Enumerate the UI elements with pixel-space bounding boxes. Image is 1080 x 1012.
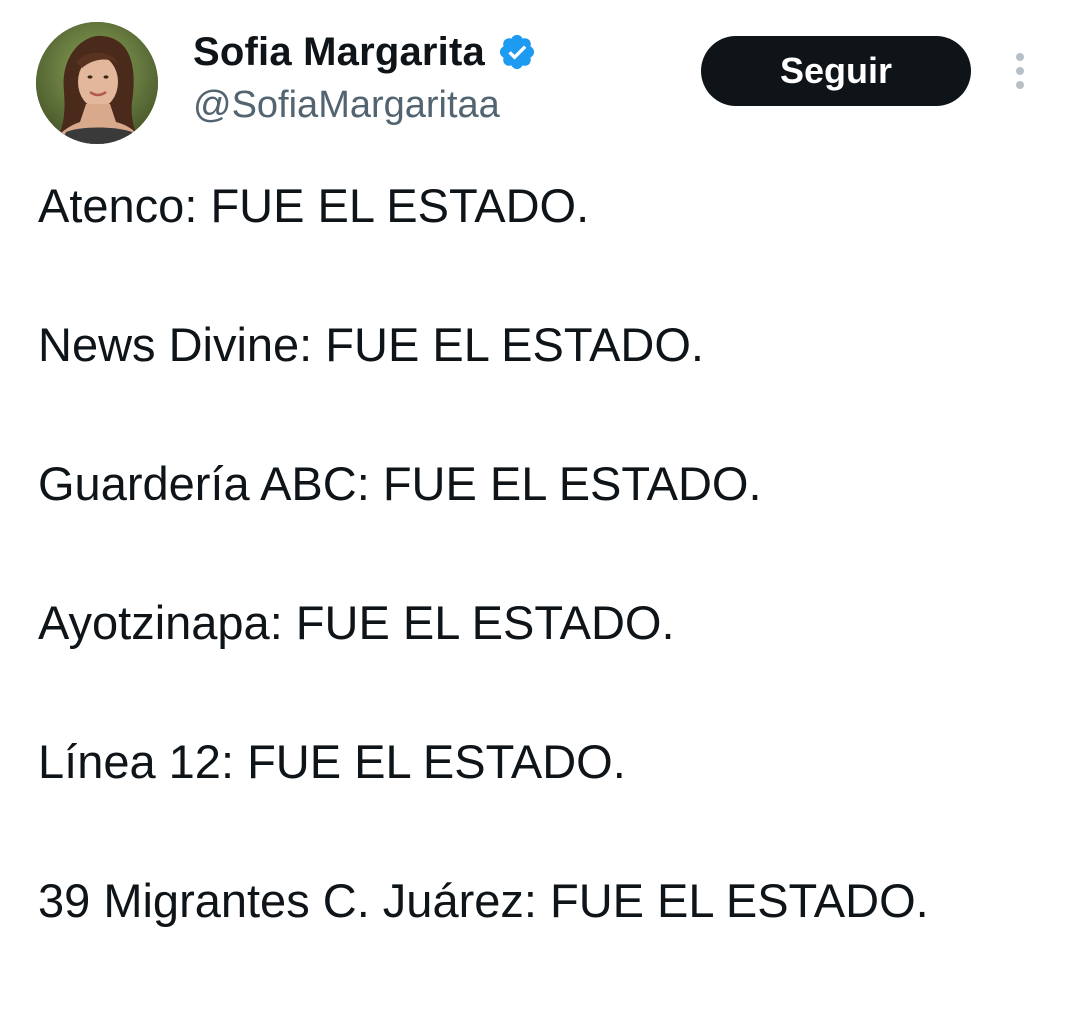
tweet-card: Sofia Margarita @SofiaMargaritaa Seguir … bbox=[0, 0, 1080, 957]
tweet-header: Sofia Margarita @SofiaMargaritaa Seguir bbox=[0, 0, 1080, 150]
tweet-line: News Divine: FUE EL ESTADO. bbox=[38, 318, 704, 371]
author-display-name[interactable]: Sofia Margarita bbox=[193, 30, 485, 75]
dot bbox=[1016, 81, 1024, 89]
dot bbox=[1016, 53, 1024, 61]
author-name-row: Sofia Margarita bbox=[193, 28, 537, 76]
verified-badge-icon bbox=[497, 32, 537, 72]
tweet-line: Ayotzinapa: FUE EL ESTADO. bbox=[38, 596, 675, 649]
author-handle[interactable]: @SofiaMargaritaa bbox=[193, 84, 500, 127]
tweet-line: Atenco: FUE EL ESTADO. bbox=[38, 179, 590, 232]
tweet-text: Atenco: FUE EL ESTADO. News Divine: FUE … bbox=[38, 178, 1058, 1012]
tweet-line: Línea 12: FUE EL ESTADO. bbox=[38, 735, 626, 788]
avatar[interactable] bbox=[36, 22, 158, 144]
avatar-photo-icon bbox=[36, 22, 158, 144]
tweet-line: Guardería ABC: FUE EL ESTADO. bbox=[38, 457, 762, 510]
dot bbox=[1016, 67, 1024, 75]
more-options-icon[interactable] bbox=[1000, 46, 1040, 96]
follow-button[interactable]: Seguir bbox=[701, 36, 971, 106]
tweet-line: 39 Migrantes C. Juárez: FUE EL ESTADO. bbox=[38, 874, 929, 927]
